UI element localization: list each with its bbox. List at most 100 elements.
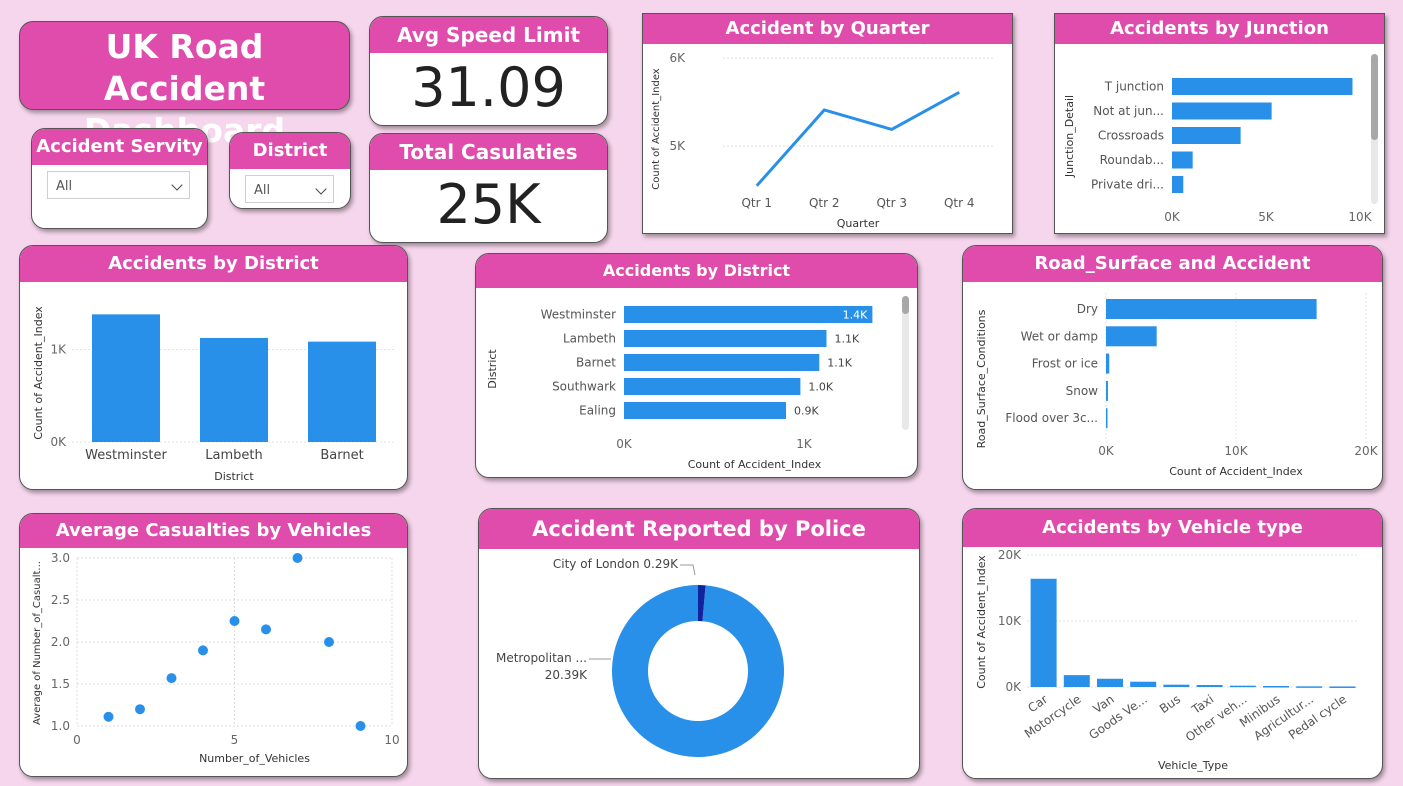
- category-label: Qtr 4: [944, 196, 975, 210]
- district-slicer-title: District: [230, 133, 350, 169]
- bar: [624, 402, 786, 419]
- kpi-total-casualties-card: Total Casulaties 25K: [369, 133, 608, 243]
- slice-label: Metropolitan ...: [496, 651, 587, 665]
- bar: [624, 378, 801, 395]
- tick-label: 2.0: [51, 635, 70, 649]
- police-chart-title: Accident Reported by Police: [479, 509, 919, 549]
- district-bar-title: Accidents by District: [476, 254, 917, 288]
- district-scrollbar[interactable]: [902, 296, 909, 430]
- district-column-chart: 0K 1K Westminster Lambeth Barnet District Coun…: [32, 306, 396, 483]
- data-label: 1.1K: [835, 333, 860, 346]
- tick-label: 1.5: [51, 677, 70, 691]
- bar: [1097, 678, 1123, 687]
- category-label: Westminster: [541, 308, 616, 322]
- bar: [1296, 686, 1323, 688]
- x-axis-title: District: [214, 470, 254, 483]
- y-axis-title: Road_Surface_Conditions: [975, 309, 988, 448]
- category-label: Frost or ice: [1032, 357, 1098, 371]
- police-chart-card: Accident Reported by Police City of Lond…: [478, 508, 920, 779]
- bar: [624, 354, 820, 371]
- tick-label: 0K: [1164, 210, 1181, 224]
- quarter-chart-card: Accident by Quarter 5K 6K Qtr 1 Qtr 2 Qtr 3 Q…: [642, 13, 1013, 234]
- kpi-avg-speed-card: Avg Speed Limit 31.09: [369, 16, 608, 126]
- slice-label: City of London 0.29K: [553, 557, 679, 571]
- bar: [624, 330, 827, 347]
- bar: [1329, 686, 1356, 688]
- y-axis-title: Count of Accident_Index: [651, 68, 662, 190]
- x-axis-title: Quarter: [837, 217, 880, 230]
- bar: [1163, 684, 1190, 687]
- police-donut-chart: City of London 0.29K Metropolitan ... 20.3…: [496, 557, 784, 757]
- category-label: Private dri...: [1091, 178, 1164, 192]
- vehicle-chart-card: Accidents by Vehicle type 0K 10K 20K Car Mot…: [962, 508, 1383, 779]
- slice-value-label: 20.39K: [545, 668, 588, 682]
- scatter-point: [135, 704, 145, 715]
- tick-label: 6K: [669, 51, 686, 65]
- tick-label: 0: [73, 733, 81, 747]
- leader-line: [680, 564, 696, 576]
- category-label: Not at jun...: [1093, 104, 1164, 118]
- category-label: Westminster: [85, 448, 167, 463]
- category-label: Barnet: [320, 448, 363, 463]
- tick-label: 0K: [1098, 444, 1115, 458]
- quarter-chart-title: Accident by Quarter: [643, 14, 1012, 44]
- data-label: 1.1K: [827, 357, 852, 370]
- junction-scrollbar[interactable]: [1371, 54, 1378, 204]
- category-label: Roundab...: [1100, 153, 1164, 167]
- district-dropdown[interactable]: All: [245, 175, 334, 203]
- tick-label: 20K: [998, 548, 1022, 562]
- category-label: Barnet: [576, 356, 616, 370]
- district-scrollbar-thumb[interactable]: [902, 296, 909, 314]
- bar: [92, 314, 160, 442]
- bar: [1172, 78, 1353, 95]
- tick-label: 10K: [998, 614, 1022, 628]
- scatter-point: [355, 721, 366, 731]
- series-line: [755, 91, 960, 187]
- category-label: Qtr 3: [876, 196, 907, 210]
- data-label: 0.9K: [794, 405, 819, 418]
- bar: [1229, 685, 1256, 688]
- kpi-avg-speed-title: Avg Speed Limit: [370, 17, 607, 53]
- data-label: 1.4K: [843, 309, 868, 322]
- district-bar-card: Accidents by District Westminster 1.4K Lam…: [475, 253, 918, 478]
- junction-scrollbar-thumb[interactable]: [1371, 54, 1378, 140]
- tick-label: 5K: [1258, 210, 1275, 224]
- surface-chart-title: Road_Surface and Accident: [963, 246, 1382, 282]
- scatter-point: [324, 637, 334, 647]
- bar: [1106, 353, 1110, 374]
- bar: [1172, 102, 1272, 120]
- category-label: T junction: [1104, 80, 1164, 94]
- scatter-point: [198, 645, 208, 656]
- severity-dropdown[interactable]: All: [47, 171, 190, 199]
- dashboard-title: UK Road Accident Dashboard: [19, 21, 350, 150]
- tick-label: 5: [231, 733, 239, 747]
- bar: [1030, 578, 1057, 687]
- category-label: Lambeth: [563, 332, 616, 346]
- category-label: Qtr 2: [809, 196, 840, 210]
- x-axis-title: Number_of_Vehicles: [199, 752, 310, 765]
- district-slicer: District All: [229, 132, 351, 209]
- bar: [1172, 127, 1241, 144]
- tick-label: 1K: [796, 437, 813, 451]
- severity-dropdown-value: All: [56, 179, 73, 194]
- vehicle-chart-title: Accidents by Vehicle type: [963, 509, 1382, 547]
- category-label: Dry: [1077, 302, 1098, 316]
- district-bar-chart: Westminster 1.4K Lambeth 1.1K Barnet 1.1K Sout…: [486, 306, 873, 471]
- tick-label: 10K: [1224, 444, 1248, 458]
- category-label: Flood over 3c...: [1005, 411, 1098, 425]
- x-axis-title: Vehicle_Type: [1158, 759, 1228, 772]
- surface-bar-chart: Dry Wet or damp Frost or ice Snow Flood over…: [975, 293, 1379, 478]
- category-label: Ealing: [579, 404, 616, 418]
- bar: [1063, 675, 1090, 687]
- tick-label: 0K: [1005, 680, 1022, 694]
- tick-label: 1K: [50, 343, 67, 357]
- kpi-total-casualties-title: Total Casulaties: [370, 134, 607, 170]
- y-axis-title: Average of Number_of_Casualt...: [32, 561, 43, 725]
- chevron-down-icon: [171, 179, 183, 191]
- tick-label: 0K: [50, 435, 67, 449]
- scatter-chart-title: Average Casualties by Vehicles: [20, 514, 407, 548]
- severity-slicer-title: Accident Servity: [32, 129, 207, 165]
- kpi-avg-speed-value: 31.09: [411, 56, 566, 119]
- tick-label: 20K: [1354, 444, 1378, 458]
- category-label: Lambeth: [205, 448, 262, 463]
